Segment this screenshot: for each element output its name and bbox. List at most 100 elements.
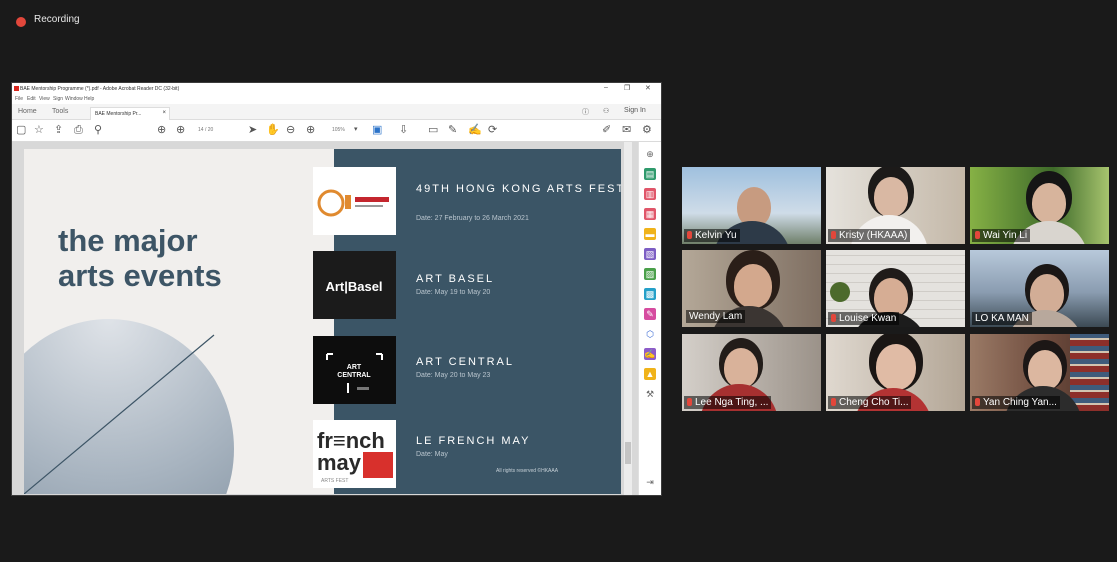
organize-pages-icon[interactable]: ▨ [644, 268, 656, 280]
tab-document[interactable]: BAE Mentorship Pr... × [90, 107, 170, 120]
mic-muted-icon [831, 231, 836, 239]
close-tab-icon[interactable]: × [162, 110, 166, 116]
minimize-button[interactable]: – [604, 84, 608, 91]
acrobat-app-icon [14, 86, 19, 91]
participant-name: Kelvin Yu [695, 230, 737, 241]
close-button[interactable]: ✕ [645, 84, 651, 92]
menu-help[interactable]: Help [84, 96, 94, 102]
mic-muted-icon [975, 231, 980, 239]
participant-name: Kristy (HKAAA) [839, 230, 908, 241]
combine-files-icon[interactable]: ▧ [644, 248, 656, 260]
print-icon[interactable]: ⎙ [74, 124, 83, 136]
event-title-art-central: ART CENTRAL [416, 356, 515, 368]
send-track-icon[interactable]: ▲ [644, 368, 656, 380]
participant-tile-9[interactable]: Yan Ching Yan... [970, 334, 1109, 411]
sign-in-button[interactable]: Sign In [624, 107, 646, 114]
acrobat-titlebar: BAE Mentorship Programme (*).pdf - Adobe… [12, 83, 661, 95]
tools-rail: ⊕ ▤ ▥ ▦ ▬ ▧ ▨ ▩ ✎ ⬡ ✍ ▲ ⚒ ⇥ [638, 142, 661, 495]
fit-page-icon[interactable]: ▣ [372, 124, 382, 136]
page-up-icon[interactable]: ⊕ [157, 124, 166, 136]
select-cursor-icon[interactable]: ➤ [248, 124, 257, 136]
zoom-level[interactable]: 105% [332, 127, 345, 133]
document-viewport[interactable]: the major arts events Art|Basel ART CENT… [12, 142, 661, 495]
event-title-art-basel: ART BASEL [416, 273, 495, 285]
account-icon[interactable]: ⚇ [603, 107, 609, 115]
participant-tile-1[interactable]: Kelvin Yu [682, 167, 821, 244]
collapse-rail-icon[interactable]: ⇥ [644, 476, 656, 488]
event-title-french-may: LE FRENCH MAY [416, 435, 531, 447]
menu-file[interactable]: File [15, 96, 23, 102]
hand-tool-icon[interactable]: ✋ [266, 124, 280, 136]
zoom-in-icon[interactable]: ⊕ [306, 124, 315, 136]
participant-tile-8[interactable]: Cheng Cho Ti... [826, 334, 965, 411]
scroll-mode-icon[interactable]: ⇩ [399, 124, 408, 136]
zoom-dropdown-icon[interactable]: ▾ [354, 124, 358, 136]
zoom-out-icon[interactable]: ⊖ [286, 124, 295, 136]
rights-notice: All rights reserved ©HKAAA [496, 468, 559, 474]
participant-name: Wai Yin Li [983, 230, 1028, 241]
mic-muted-icon [831, 398, 836, 406]
slide-headline: the major arts events [58, 223, 222, 293]
export-pdf-icon[interactable]: ▤ [644, 168, 656, 180]
event-date-hkaf: Date: 27 February to 26 March 2021 [416, 215, 529, 222]
participant-name: Wendy Lam [689, 311, 743, 322]
fill-sign-tool-icon[interactable]: ✎ [644, 308, 656, 320]
svg-text:Art|Basel: Art|Basel [325, 279, 382, 294]
event-date-french-may: Date: May [416, 451, 448, 458]
participant-tile-4-active-speaker[interactable]: Wendy Lam [682, 250, 821, 327]
participant-tile-6[interactable]: LO KA MAN [970, 250, 1109, 327]
participant-name: Lee Nga Ting, ... [695, 397, 769, 408]
participant-name: Cheng Cho Ti... [839, 397, 909, 408]
comment-tool-icon[interactable]: ▬ [644, 228, 656, 240]
event-date-art-basel: Date: May 19 to May 20 [416, 289, 491, 296]
decorative-diagonal-line [24, 334, 215, 494]
svg-text:CENTRAL: CENTRAL [337, 372, 371, 379]
help-icon[interactable]: ⓘ [582, 107, 589, 117]
menu-bar: File Edit View Sign Window Help [12, 95, 661, 104]
acrobat-window: BAE Mentorship Programme (*).pdf - Adobe… [11, 82, 662, 496]
upload-icon[interactable]: ⇪ [54, 124, 63, 136]
menu-window[interactable]: Window [65, 96, 83, 102]
search-icon[interactable]: ⚲ [94, 124, 102, 136]
mic-muted-icon [687, 231, 692, 239]
window-title: BAE Mentorship Programme (*).pdf - Adobe… [20, 86, 180, 92]
tab-home[interactable]: Home [18, 108, 37, 115]
tab-document-label: BAE Mentorship Pr... [95, 111, 142, 117]
fill-sign-icon[interactable]: ✐ [602, 124, 611, 136]
french-may-logo: fr≡nch may ARTS FEST [313, 420, 396, 488]
participant-tile-5[interactable]: Louise Kwan [826, 250, 965, 327]
participant-tile-2[interactable]: Kristy (HKAAA) [826, 167, 965, 244]
menu-view[interactable]: View [39, 96, 50, 102]
comment-icon[interactable]: ▭ [428, 124, 438, 136]
vertical-scrollbar[interactable] [624, 142, 632, 495]
create-pdf-icon[interactable]: ▥ [644, 188, 656, 200]
create-icon[interactable]: ▢ [16, 124, 26, 136]
scrollbar-thumb[interactable] [625, 442, 631, 464]
zoom-meeting-window: Recording BAE Mentorship Programme (*).p… [0, 0, 1117, 562]
page-indicator[interactable]: 14 / 20 [198, 127, 213, 133]
page-down-icon[interactable]: ⊕ [176, 124, 185, 136]
share-icon[interactable]: ⟳ [488, 124, 497, 136]
art-central-logo: ART CENTRAL [313, 336, 396, 404]
more-tools-icon[interactable]: ⚒ [644, 388, 656, 400]
edit-pdf-icon[interactable]: ▦ [644, 208, 656, 220]
maximize-button[interactable]: ❐ [624, 84, 630, 92]
protect-icon[interactable]: ⬡ [644, 328, 656, 340]
scan-icon[interactable]: ▩ [644, 288, 656, 300]
svg-text:ART: ART [347, 364, 362, 371]
menu-edit[interactable]: Edit [27, 96, 36, 102]
tab-tools[interactable]: Tools [52, 108, 68, 115]
send-signature-icon[interactable]: ✍ [644, 348, 656, 360]
recording-label: Recording [34, 14, 80, 25]
zoom-icon[interactable]: ⊕ [644, 148, 656, 160]
tools-pane-icon[interactable]: ⚙ [642, 124, 652, 136]
participant-tile-7[interactable]: Lee Nga Ting, ... [682, 334, 821, 411]
sign-icon[interactable]: ✍ [468, 124, 482, 136]
menu-sign[interactable]: Sign [53, 96, 63, 102]
participant-tile-3[interactable]: Wai Yin Li [970, 167, 1109, 244]
participant-name: Louise Kwan [839, 313, 897, 324]
mail-icon[interactable]: ✉ [622, 124, 631, 136]
highlight-pen-icon[interactable]: ✎ [448, 124, 457, 136]
bookmark-star-icon[interactable]: ☆ [34, 124, 44, 136]
event-date-art-central: Date: May 20 to May 23 [416, 372, 491, 379]
